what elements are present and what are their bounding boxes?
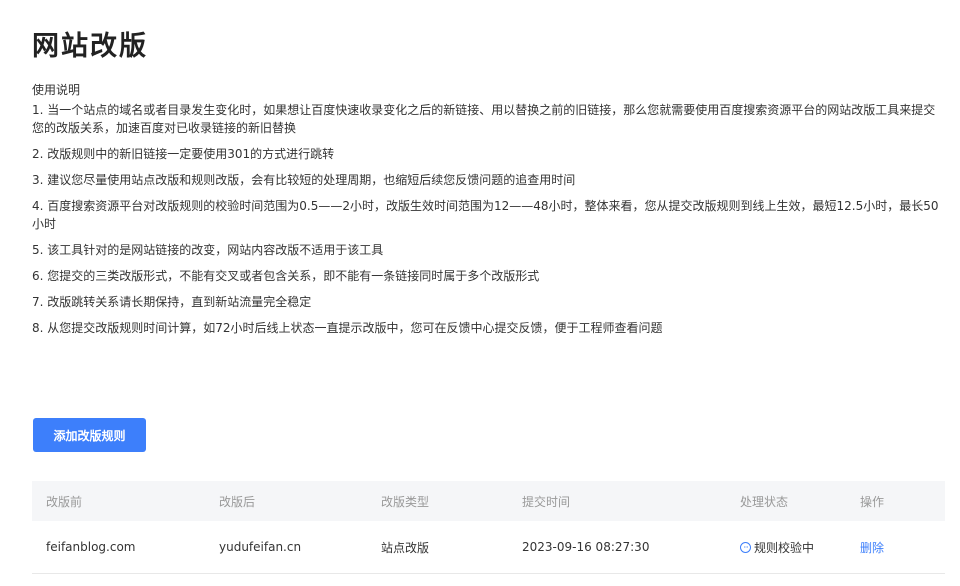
header-type: 改版类型 — [381, 494, 430, 509]
rules-table: 改版前 改版后 改版类型 提交时间 处理状态 操作 feifanblog.com… — [32, 481, 945, 574]
instruction-line: 1. 当一个站点的域名或者目录发生变化时，如果想让百度快速收录变化之后的新链接、… — [32, 103, 936, 135]
delete-link[interactable]: 删除 — [860, 539, 884, 556]
cell-type: 站点改版 — [381, 540, 430, 555]
page-title: 网站改版 — [32, 31, 148, 62]
cell-before: feifanblog.com — [46, 540, 136, 554]
instructions-list: 1. 当一个站点的域名或者目录发生变化时，如果想让百度快速收录变化之后的新链接、… — [32, 101, 947, 345]
usage-title: 使用说明 — [32, 83, 81, 97]
cell-action: 删除 — [848, 521, 945, 573]
header-status: 处理状态 — [740, 494, 789, 509]
instruction-line: 8. 从您提交改版规则时间计算，如72小时后线上状态一直提示改版中，您可在反馈中… — [32, 321, 663, 335]
status-badge: ··· 规则校验中 — [740, 539, 814, 556]
header-action: 操作 — [860, 494, 885, 509]
instruction-line: 4. 百度搜索资源平台对改版规则的校验时间范围为0.5——2小时，改版生效时间范… — [32, 199, 939, 231]
cell-after: yudufeifan.cn — [219, 540, 302, 554]
cell-status: ··· 规则校验中 — [728, 521, 848, 573]
instruction-line: 7. 改版跳转关系请长期保持，直到新站流量完全稳定 — [32, 295, 312, 309]
instruction-line: 2. 改版规则中的新旧链接一定要使用301的方式进行跳转 — [32, 147, 335, 161]
instruction-line: 5. 该工具针对的是网站链接的改变，网站内容改版不适用于该工具 — [32, 243, 384, 257]
add-rule-button[interactable]: 添加改版规则 — [33, 418, 146, 452]
table-header: 改版前 改版后 改版类型 提交时间 处理状态 操作 — [32, 481, 945, 521]
header-before: 改版前 — [46, 494, 83, 509]
page: 网站改版 使用说明 1. 当一个站点的域名或者目录发生变化时，如果想让百度快速收… — [0, 0, 960, 586]
instruction-line: 6. 您提交的三类改版形式，不能有交叉或者包含关系，即不能有一条链接同时属于多个… — [32, 269, 540, 283]
table-row: feifanblog.com yudufeifan.cn 站点改版 2023-0… — [32, 521, 945, 574]
cell-submitted: 2023-09-16 08:27:30 — [522, 540, 650, 554]
header-submitted: 提交时间 — [522, 494, 571, 509]
instruction-line: 3. 建议您尽量使用站点改版和规则改版，会有比较短的处理周期，也缩短后续您反馈问… — [32, 173, 576, 187]
ellipsis-circle-icon: ··· — [740, 541, 751, 553]
header-after: 改版后 — [219, 494, 256, 509]
status-text: 规则校验中 — [754, 540, 815, 555]
